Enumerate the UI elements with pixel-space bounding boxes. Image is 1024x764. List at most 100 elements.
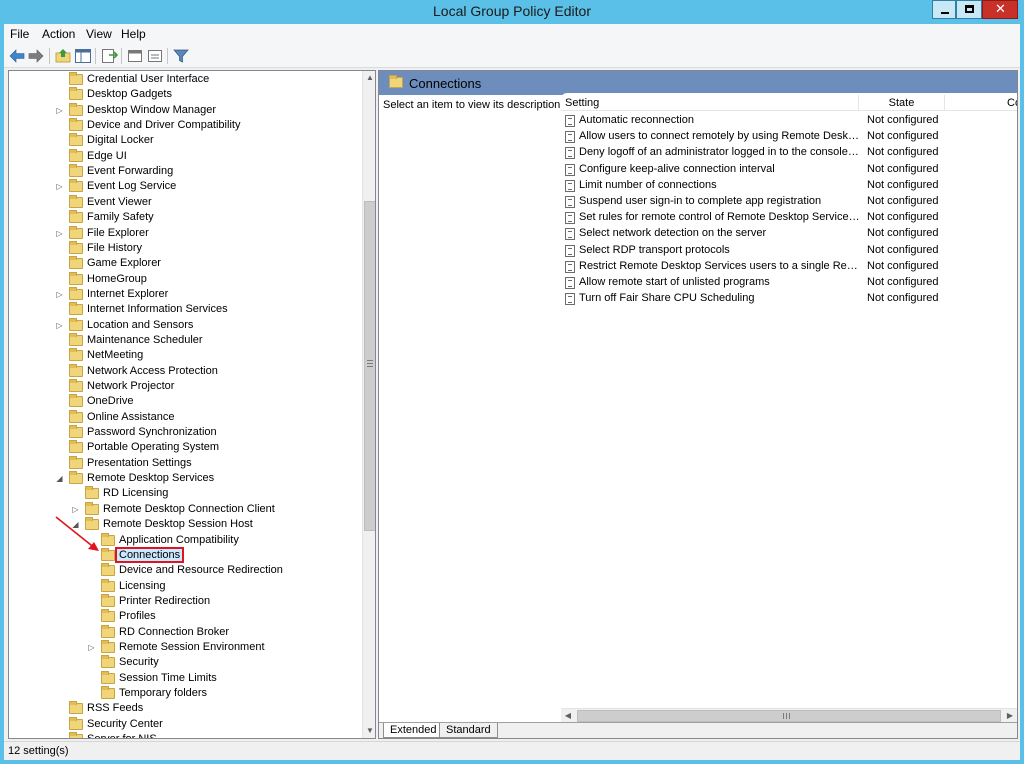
close-button[interactable]: ✕ <box>982 0 1018 19</box>
up-folder-button[interactable] <box>54 47 72 65</box>
policy-row[interactable]: Turn off Fair Share CPU Scheduling Not co… <box>565 291 1005 307</box>
policy-row[interactable]: Automatic reconnection Not configured <box>565 113 1005 129</box>
list-scroll-thumb[interactable] <box>577 710 1001 722</box>
folder-icon <box>85 486 99 500</box>
tree-item[interactable]: Licensing <box>9 578 362 595</box>
expand-icon[interactable]: ▷ <box>71 504 80 516</box>
tree-item[interactable]: Online Assistance <box>9 409 362 426</box>
tree-item[interactable]: ▷ Location and Sensors <box>9 317 362 334</box>
expand-icon[interactable]: ▷ <box>55 181 64 193</box>
tree-item[interactable]: RSS Feeds <box>9 701 362 717</box>
tree-item[interactable]: ▷ File Explorer <box>9 225 362 242</box>
expand-icon <box>55 74 64 86</box>
policy-row[interactable]: Allow remote start of unlisted programs N… <box>565 275 1005 291</box>
properties-button[interactable] <box>146 47 164 65</box>
column-state[interactable]: State <box>859 95 945 111</box>
expand-icon <box>55 412 64 424</box>
tree-item[interactable]: File History <box>9 240 362 257</box>
column-comment[interactable]: Comment <box>945 95 1017 111</box>
tree-item[interactable]: ◢ Remote Desktop Session Host <box>9 517 362 533</box>
tree-item[interactable]: HomeGroup <box>9 271 362 288</box>
tree-item[interactable]: ◢ Remote Desktop Services <box>9 471 362 487</box>
tree-item[interactable]: Network Projector <box>9 379 362 395</box>
tree-item[interactable]: Session Time Limits <box>9 670 362 687</box>
tree-item[interactable]: Presentation Settings <box>9 455 362 472</box>
expand-icon[interactable]: ▷ <box>87 642 96 654</box>
tree-item[interactable]: Edge UI <box>9 148 362 165</box>
policy-row[interactable]: Select network detection on the server No… <box>565 226 1005 242</box>
tree-item[interactable]: Desktop Gadgets <box>9 87 362 103</box>
tree-item[interactable]: Maintenance Scheduler <box>9 332 362 349</box>
tree-item[interactable]: OneDrive <box>9 394 362 410</box>
list-horizontal-scrollbar[interactable]: ◀ ▶ <box>561 708 1017 722</box>
tree-item[interactable]: ▷ Internet Explorer <box>9 286 362 303</box>
tree-item[interactable]: ▷ Remote Desktop Connection Client <box>9 501 362 518</box>
tree-item[interactable]: Server for NIS <box>9 732 362 738</box>
help-button[interactable] <box>126 47 144 65</box>
tree-item[interactable]: Password Synchronization <box>9 425 362 441</box>
menu-action[interactable]: Action <box>42 27 75 41</box>
expand-icon[interactable]: ▷ <box>55 320 64 332</box>
tree-item[interactable]: Game Explorer <box>9 256 362 272</box>
tree-item[interactable]: Event Viewer <box>9 194 362 211</box>
scroll-down-icon[interactable]: ▼ <box>363 724 375 738</box>
tree-item[interactable]: NetMeeting <box>9 348 362 364</box>
show-hide-tree-button[interactable] <box>74 47 92 65</box>
scroll-right-icon[interactable]: ▶ <box>1003 709 1017 723</box>
tree-item[interactable]: Security <box>9 655 362 671</box>
tree-item[interactable]: Application Compatibility <box>9 532 362 549</box>
menu-help[interactable]: Help <box>121 27 146 41</box>
expand-icon[interactable]: ▷ <box>55 105 64 117</box>
menu-view[interactable]: View <box>86 27 112 41</box>
folder-icon <box>69 210 83 224</box>
tree-item[interactable]: ▷ Desktop Window Manager <box>9 102 362 119</box>
expand-icon[interactable]: ▷ <box>55 289 64 301</box>
tree-item[interactable]: Credential User Interface <box>9 72 362 88</box>
policy-row[interactable]: Allow users to connect remotely by using… <box>565 129 1005 145</box>
folder-icon <box>69 225 83 239</box>
tree-vertical-scrollbar[interactable]: ▲ ▼ <box>362 71 375 738</box>
tree-item[interactable]: Printer Redirection <box>9 593 362 610</box>
policy-row[interactable]: Limit number of connections Not configure… <box>565 178 1005 194</box>
tree-item[interactable]: Security Center <box>9 716 362 733</box>
collapse-icon[interactable]: ◢ <box>55 473 64 485</box>
policy-row[interactable]: Suspend user sign-in to complete app reg… <box>565 194 1005 210</box>
tree-item[interactable]: ▷ Remote Session Environment <box>9 639 362 656</box>
tree-item[interactable]: Digital Locker <box>9 133 362 149</box>
tab-extended[interactable]: Extended <box>383 723 444 738</box>
tab-standard[interactable]: Standard <box>439 723 498 738</box>
scroll-up-icon[interactable]: ▲ <box>363 71 375 85</box>
tree-item[interactable]: RD Connection Broker <box>9 624 362 641</box>
tree-item[interactable]: Family Safety <box>9 210 362 226</box>
policy-row[interactable]: Select RDP transport protocols Not config… <box>565 243 1005 259</box>
expand-icon[interactable]: ▷ <box>55 228 64 240</box>
menu-file[interactable]: File <box>10 27 29 41</box>
maximize-button[interactable] <box>956 0 982 19</box>
policy-row[interactable]: Restrict Remote Desktop Services users t… <box>565 259 1005 275</box>
tree-item[interactable]: ▷ Event Log Service <box>9 179 362 195</box>
expand-icon <box>87 550 96 562</box>
column-setting[interactable]: Setting <box>561 95 859 111</box>
tree-item-label: Security Center <box>87 717 163 730</box>
scroll-left-icon[interactable]: ◀ <box>561 709 575 723</box>
export-list-button[interactable] <box>100 47 119 65</box>
policy-row[interactable]: Set rules for remote control of Remote D… <box>565 210 1005 226</box>
tree-item[interactable]: Temporary folders <box>9 686 362 702</box>
tree-item[interactable]: Internet Information Services <box>9 302 362 318</box>
filter-button[interactable] <box>172 47 190 65</box>
minimize-button[interactable] <box>932 0 956 19</box>
tree-scroll-thumb[interactable] <box>364 201 375 531</box>
tree-item[interactable]: Device and Resource Redirection <box>9 563 362 579</box>
tree-item[interactable]: Event Forwarding <box>9 164 362 180</box>
back-button[interactable] <box>8 47 26 65</box>
policy-row[interactable]: Configure keep-alive connection interval… <box>565 162 1005 178</box>
tree-item[interactable]: RD Licensing <box>9 486 362 502</box>
forward-button[interactable] <box>27 47 45 65</box>
tree-item[interactable]: Network Access Protection <box>9 363 362 380</box>
tree-item[interactable]: Portable Operating System <box>9 440 362 456</box>
tree-item[interactable]: Connections <box>9 546 362 564</box>
policy-row[interactable]: Deny logoff of an administrator logged i… <box>565 145 1005 161</box>
tree-item[interactable]: Profiles <box>9 609 362 625</box>
tree-item[interactable]: Device and Driver Compatibility <box>9 118 362 134</box>
collapse-icon[interactable]: ◢ <box>71 519 80 531</box>
